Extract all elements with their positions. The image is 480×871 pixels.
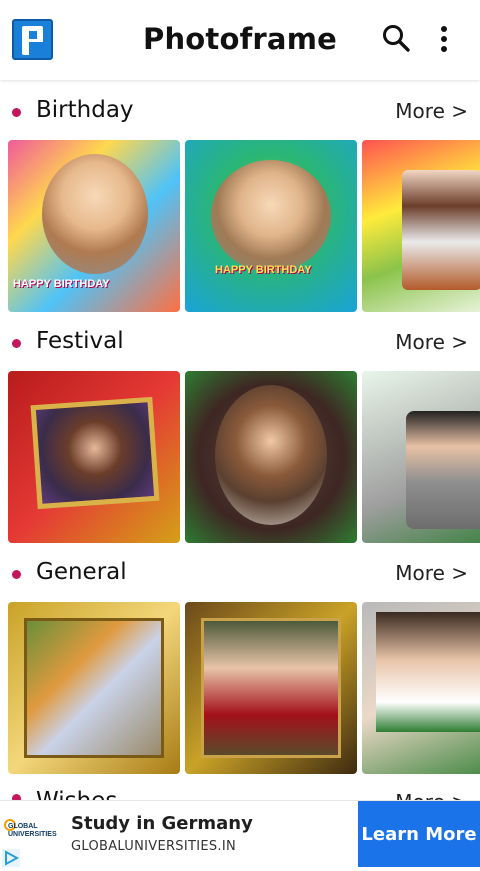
more-link[interactable]: More > [395,99,468,123]
frame-overlay-text: HAPPY BIRTHDAY [13,278,110,290]
frame-thumbnail[interactable]: HAPPY BIRTHDAY [185,140,357,312]
section-bullet-icon [12,108,21,117]
frame-thumbnail[interactable] [185,602,357,774]
frame-thumbnail[interactable] [8,602,180,774]
thumbnail-row [8,602,480,774]
frame-thumbnail[interactable]: HAPPY BIRTHDAY [8,140,180,312]
section-bullet-icon [12,339,21,348]
section-wishes: Wishes More > [0,786,480,800]
ad-banner[interactable]: GLOBAL UNIVERSITIES Study in Germany GLO… [0,800,480,871]
section-title: Birthday [36,97,134,123]
section-title: General [36,559,127,585]
ad-url[interactable]: GLOBALUNIVERSITIES.IN [71,839,236,854]
app-bar: Photoframe [0,0,480,80]
frame-overlay-text: HAPPY BIRTHDAY [215,264,312,276]
more-link[interactable]: More > [395,790,468,800]
section-bullet-icon [12,570,21,579]
frame-thumbnail[interactable] [362,602,480,774]
adchoices-icon[interactable] [2,849,20,867]
frame-thumbnail[interactable] [8,371,180,543]
section-title: Wishes [36,788,117,800]
section-festival: Festival More > [0,311,480,543]
more-vert-icon[interactable] [432,22,456,56]
thumbnail-row: HAPPY BIRTHDAY HAPPY BIRTHDAY [8,140,480,312]
search-icon[interactable] [380,22,414,56]
section-general: General More > [0,542,480,774]
frame-thumbnail[interactable] [185,371,357,543]
thumbnail-row [8,371,480,543]
section-title: Festival [36,328,124,354]
section-birthday: Birthday More > HAPPY BIRTHDAY HAPPY BIR… [0,80,480,312]
learn-more-button[interactable]: Learn More [358,801,480,867]
more-link[interactable]: More > [395,561,468,585]
frame-thumbnail[interactable] [362,140,480,312]
ad-headline[interactable]: Study in Germany [71,813,253,834]
more-link[interactable]: More > [395,330,468,354]
frame-thumbnail[interactable] [362,371,480,543]
ad-logo-text: GLOBAL UNIVERSITIES [8,823,57,838]
